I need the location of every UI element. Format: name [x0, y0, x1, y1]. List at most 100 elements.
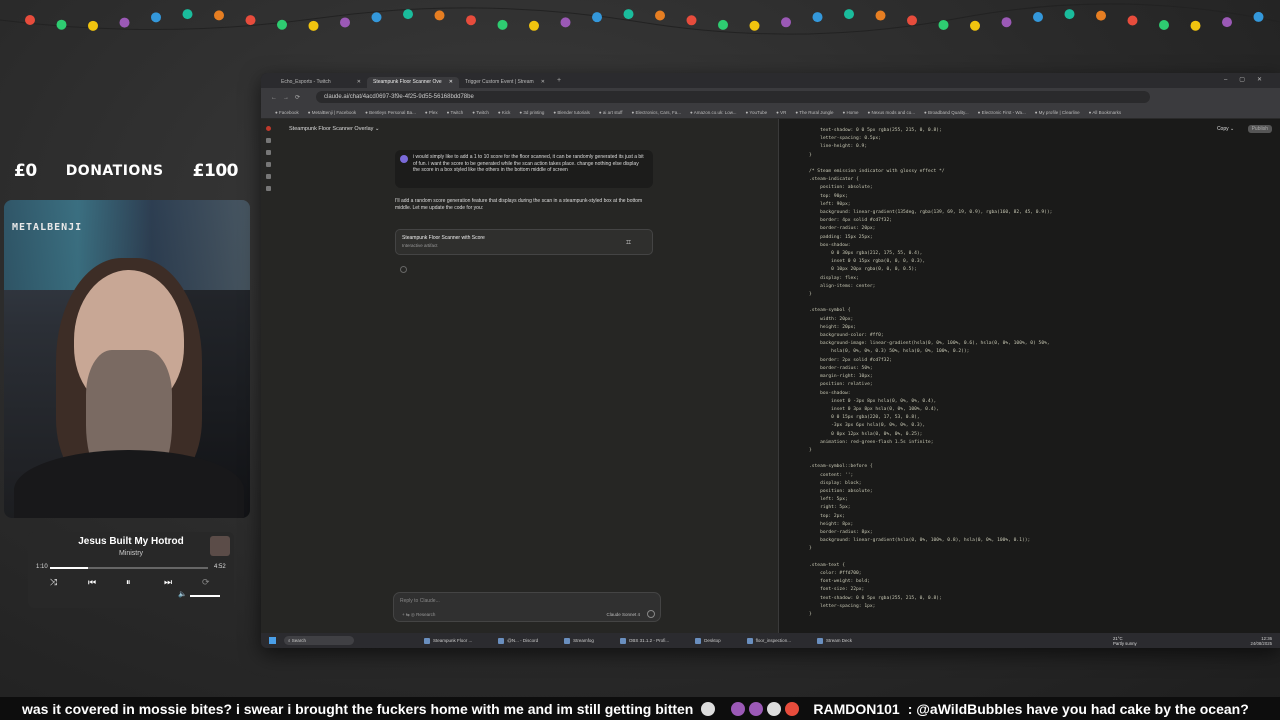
close-icon[interactable]: ✕ [449, 79, 453, 86]
chat-message: : @aWildBubbles have you had cake by the… [907, 700, 1249, 717]
app-icon [619, 637, 626, 644]
garland-bulb [655, 10, 665, 21]
next-icon[interactable]: ⏭ [164, 577, 172, 588]
artifact-card[interactable]: Steampunk Floor Scanner with Score Inter… [395, 229, 653, 255]
nav-buttons[interactable]: ←→⟳ [271, 94, 306, 101]
close-icon[interactable]: ✕ [357, 79, 361, 86]
bookmark-item[interactable]: ● The Rural Jungle [795, 110, 833, 115]
tab-claude[interactable]: Steampunk Floor Scanner Ove ✕ [367, 77, 459, 88]
bookmark-item[interactable]: ● Broadband Quality... [924, 110, 969, 115]
bookmark-item[interactable]: ● My profile | Clearline [1035, 110, 1080, 115]
window-controls[interactable]: –▢✕ [1224, 76, 1274, 83]
garland-bulb [875, 10, 886, 21]
input-tools[interactable]: + ⇆ ◎ Research [402, 612, 435, 618]
stream-chat-ticker: was it covered in mossie bites? i swear … [0, 697, 1280, 720]
tab-streamerbot[interactable]: Trigger Custom Event | Stream ✕ [459, 77, 551, 88]
new-tab-icon[interactable]: + [557, 77, 561, 84]
song-artist: Ministry [118, 550, 144, 557]
volume-slider[interactable] [190, 595, 220, 597]
copy-button[interactable]: Copy ⌄ [1217, 126, 1234, 132]
garland-bulb [1127, 15, 1138, 26]
chat-panel: Steampunk Floor Scanner Overlay ⌄ i woul… [275, 119, 791, 648]
app-icon [746, 637, 753, 644]
url-field[interactable]: claude.ai/chat/4acd0697-3f9e-4f25-9d55-5… [316, 91, 1150, 103]
donation-goal-bar: £0 DONATIONS £100 [6, 152, 246, 190]
garland-bulb [308, 20, 319, 31]
garland-bulb [1190, 20, 1201, 31]
bookmark-item[interactable]: ● Twitch [472, 110, 489, 115]
chats-icon[interactable] [265, 150, 271, 155]
garland-bulb [214, 10, 224, 21]
avatar [400, 155, 408, 163]
bookmark-item[interactable]: ● Electronic First - Wa... [978, 110, 1026, 115]
bookmark-item[interactable]: ● MetalBenji | Facebook [308, 110, 356, 115]
bookmark-item[interactable]: ● ai art stuff [599, 110, 623, 115]
garland-bulb [1001, 17, 1012, 28]
taskbar-app[interactable]: @N... - Discord [498, 637, 539, 644]
garland-bulb [1096, 10, 1106, 21]
reply-input[interactable]: Reply to Claude... + ⇆ ◎ Research Claude… [393, 592, 661, 622]
bookmark-item[interactable]: ● 3d printing [519, 110, 544, 115]
send-icon[interactable] [647, 610, 655, 618]
windows-start-icon[interactable] [269, 637, 276, 644]
garland-bulb [497, 19, 508, 30]
song-progress[interactable] [50, 567, 208, 569]
taskbar-app[interactable]: Desktop [695, 637, 721, 644]
tab-twitch[interactable]: Echo_Esports - Twitch ✕ [275, 77, 367, 88]
app-icon [424, 637, 430, 644]
bookmark-item[interactable]: ● Blender tutorials [553, 110, 590, 115]
bookmark-item[interactable]: ● Amazon.co.uk: Low... [690, 110, 737, 115]
browser-window: Echo_Esports - Twitch ✕ Steampunk Floor S… [261, 73, 1280, 648]
recents-icon[interactable] [265, 186, 271, 191]
taskbar-app[interactable]: Steampunk Floor ... [424, 637, 472, 644]
app-label: @N... - Discord [507, 638, 539, 643]
music-player: Jesus Built My Hotrod Ministry 1:10 4:52… [28, 532, 234, 608]
bookmark-item[interactable]: ● Kick [498, 110, 510, 115]
system-clock[interactable]: 12:36 24/08/2025 [1250, 636, 1272, 646]
model-selector[interactable]: Claude Sonnet 4 [606, 612, 640, 617]
publish-button[interactable]: Publish [1247, 125, 1272, 133]
bookmark-item[interactable]: ● All Bookmarks [1089, 110, 1121, 115]
garland-bulb [403, 9, 413, 20]
webcam-feed: METALBENJI [4, 200, 250, 518]
taskbar-app[interactable]: floor_inspection... [746, 637, 791, 644]
taskbar-app[interactable]: Streamfog [564, 637, 594, 644]
chat-title[interactable]: Steampunk Floor Scanner Overlay ⌄ [289, 126, 380, 132]
garland-bulb [340, 17, 350, 28]
close-icon[interactable]: ✕ [541, 79, 545, 86]
repeat-icon[interactable]: ⟳ [202, 577, 210, 588]
claude-logo-icon[interactable] [265, 126, 271, 131]
bookmark-item[interactable]: ● Bentleys Personal Ba... [365, 110, 416, 115]
taskbar-search[interactable]: ⌕ Search [284, 636, 354, 645]
bookmark-item[interactable]: ● Facebook [275, 110, 299, 115]
tab-bar: Echo_Esports - Twitch ✕ Steampunk Floor S… [261, 73, 1280, 88]
shuffle-icon[interactable]: ⤨ [50, 577, 57, 588]
user-message: i would simply like to add a 1 to 10 sco… [395, 150, 653, 188]
bookmark-item[interactable]: ● Electronics, Cars, Fa... [632, 110, 681, 115]
bookmark-item[interactable]: ● Twitch [447, 110, 464, 115]
projects-icon[interactable] [265, 162, 271, 167]
new-chat-icon[interactable] [265, 138, 271, 143]
artifacts-icon[interactable] [265, 174, 271, 179]
app-label: OBS 31.1.2 - Profi... [628, 638, 670, 643]
taskbar-app[interactable]: OBS 31.1.2 - Profi... [619, 637, 670, 644]
previous-icon[interactable]: ⏮ [88, 577, 96, 588]
weather-widget[interactable]: 21°C Partly sunny [1113, 636, 1137, 646]
artifact-code-panel: Copy ⌄ Publish text-shadow: 0 0 5px rgba… [779, 119, 1280, 633]
bookmark-item[interactable]: ● Home [843, 110, 859, 115]
garland-bulb [970, 20, 980, 31]
taskbar-app[interactable]: Stream Deck [816, 637, 852, 644]
garland-bulb [182, 9, 193, 20]
garland-bulb [371, 12, 382, 23]
pause-icon[interactable]: ⏸ [126, 577, 131, 588]
bookmark-item[interactable]: ● YouTube [746, 110, 768, 115]
bookmark-item[interactable]: ● Plex [425, 110, 438, 115]
garland-bulb [1064, 9, 1075, 20]
bookmark-item[interactable]: ● Nexus mods and co... [867, 110, 915, 115]
app-label: Stream Deck [825, 638, 852, 643]
donation-label: DONATIONS [65, 163, 164, 179]
bookmark-item[interactable]: ● VR [776, 110, 786, 115]
volume-icon[interactable]: 🔈 [178, 590, 187, 598]
app-label: Desktop [704, 638, 721, 643]
garland-bulb [592, 12, 602, 23]
